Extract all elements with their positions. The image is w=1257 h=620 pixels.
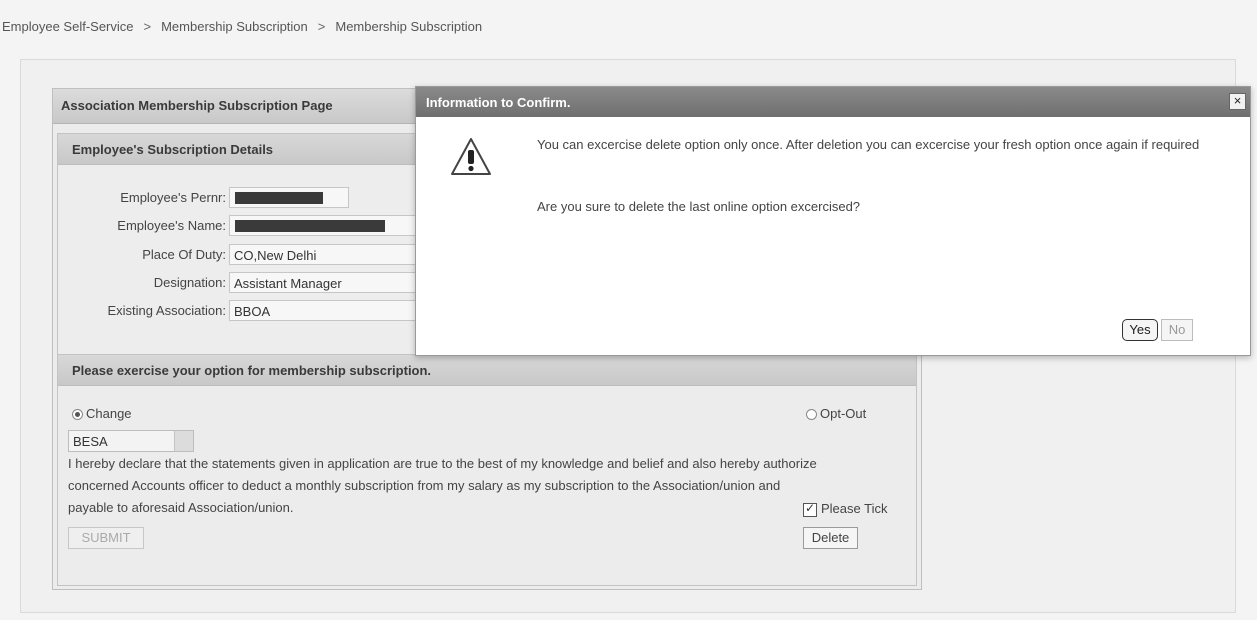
breadcrumb-item-ess[interactable]: Employee Self-Service [2, 19, 134, 34]
existing-association-field: BBOA [229, 300, 419, 321]
change-radio[interactable] [72, 409, 83, 420]
delete-button[interactable]: Delete [803, 527, 858, 549]
existing-association-label: Existing Association: [107, 303, 226, 318]
place-of-duty-field: CO,New Delhi [229, 244, 419, 265]
close-icon[interactable]: × [1229, 93, 1246, 110]
please-tick-label: Please Tick [821, 501, 888, 516]
association-select[interactable]: BESA [68, 430, 194, 452]
breadcrumb-item-current: Membership Subscription [335, 19, 483, 34]
redacted-block [235, 220, 385, 232]
place-of-duty-label: Place Of Duty: [142, 247, 226, 262]
warning-icon [451, 138, 491, 175]
name-field [229, 215, 419, 236]
pernr-label: Employee's Pernr: [120, 190, 226, 205]
option-header: Please exercise your option for membersh… [58, 355, 916, 386]
dialog-titlebar: Information to Confirm. × [416, 87, 1250, 117]
dropdown-arrow-icon[interactable] [174, 431, 193, 451]
pernr-field [229, 187, 349, 208]
designation-label: Designation: [153, 275, 226, 290]
change-label: Change [86, 406, 132, 421]
submit-button[interactable]: SUBMIT [68, 527, 144, 549]
designation-field: Assistant Manager [229, 272, 419, 293]
dialog-title: Information to Confirm. [426, 95, 571, 110]
association-select-value: BESA [73, 434, 108, 449]
option-title: Please exercise your option for membersh… [72, 363, 432, 378]
page-title: Association Membership Subscription Page [61, 98, 333, 113]
no-button[interactable]: No [1161, 319, 1193, 341]
confirm-dialog: Information to Confirm. × You can excerc… [415, 86, 1251, 356]
option-section: Please exercise your option for membersh… [57, 354, 917, 586]
declaration-text: I hereby declare that the statements giv… [68, 456, 817, 515]
redacted-block [235, 192, 323, 204]
name-label: Employee's Name: [117, 218, 226, 233]
details-title: Employee's Subscription Details [72, 142, 274, 157]
breadcrumb: Employee Self-Service > Membership Subscri… [2, 19, 482, 34]
dialog-message: You can excercise delete option only onc… [537, 137, 1200, 152]
breadcrumb-separator: > [317, 19, 326, 34]
please-tick-checkbox[interactable] [803, 501, 817, 517]
breadcrumb-item-membership[interactable]: Membership Subscription [161, 19, 308, 34]
yes-button[interactable]: Yes [1122, 319, 1158, 341]
optout-label: Opt-Out [820, 406, 867, 421]
optout-radio[interactable] [806, 409, 817, 420]
dialog-question: Are you sure to delete the last online o… [537, 199, 861, 214]
breadcrumb-separator: > [143, 19, 152, 34]
